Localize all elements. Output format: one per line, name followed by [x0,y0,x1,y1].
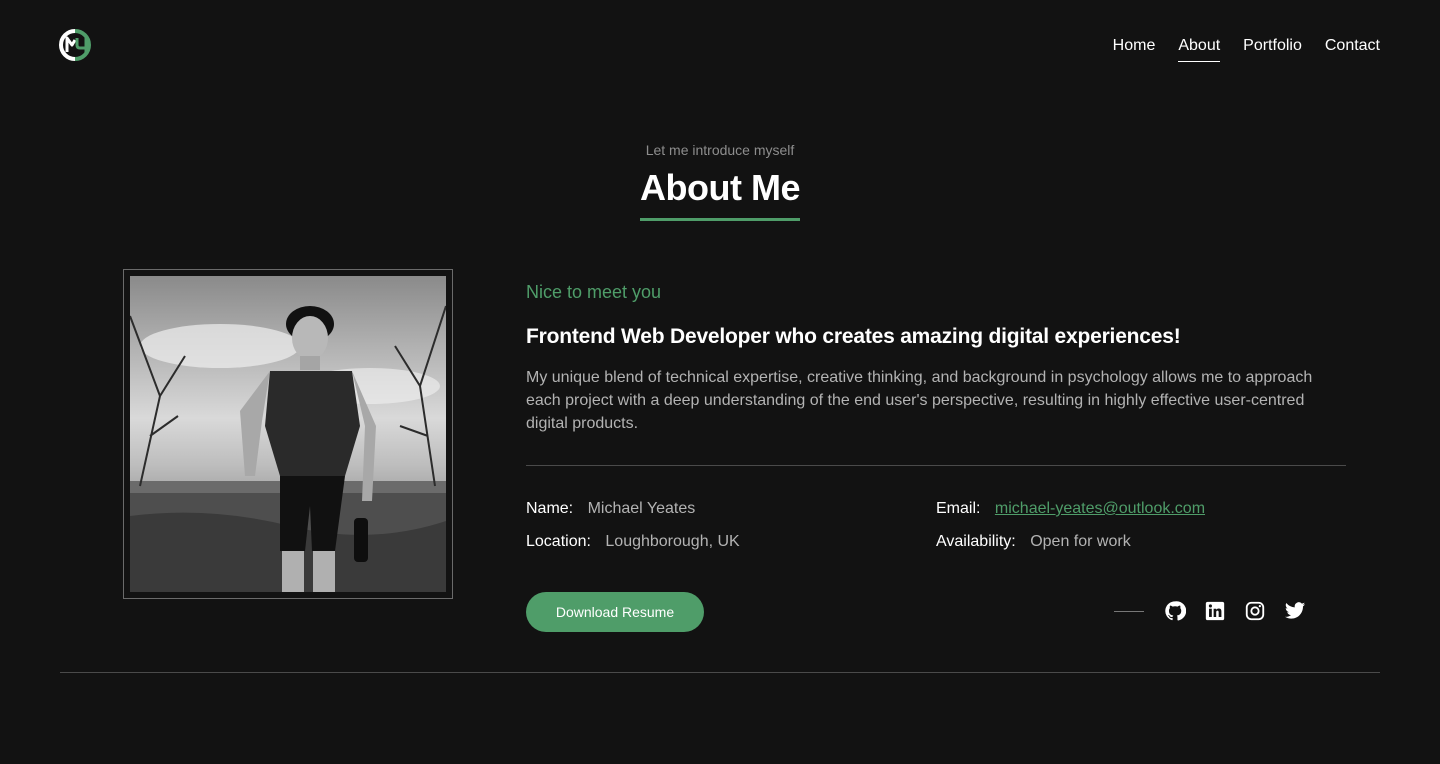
info-availability-label: Availability: [936,533,1016,550]
section-title-wrap: About Me [0,166,1440,221]
info-location-label: Location: [526,533,591,550]
profile-photo [130,276,446,592]
email-link[interactable]: michael-yeates@outlook.com [995,500,1205,517]
section-kicker: Let me introduce myself [645,142,795,158]
twitter-link[interactable] [1284,600,1306,622]
info-name: Name: Michael Yeates [526,498,936,519]
info-email-label: Email: [936,500,981,517]
logo-icon [59,29,91,61]
personal-info: Name: Michael Yeates Email: michael-yeat… [526,498,1346,552]
page: Home About Portfolio Contact Let me intr… [0,0,1440,764]
about-content: Nice to meet you Frontend Web Developer … [526,280,1346,552]
headline: Frontend Web Developer who creates amazi… [526,325,1181,348]
instagram-link[interactable] [1244,600,1266,622]
profile-photo-frame [123,269,453,599]
section-title: About Me [640,166,800,221]
github-link[interactable] [1164,600,1186,622]
info-location-value: Loughborough, UK [605,533,740,550]
info-location: Location: Loughborough, UK [526,531,936,552]
nav-portfolio[interactable]: Portfolio [1243,36,1302,60]
about-actions: Download Resume [526,592,1306,632]
github-icon [1165,601,1186,621]
twitter-icon [1284,602,1306,619]
info-availability-value: Open for work [1030,533,1131,550]
footer-divider [60,672,1380,673]
bio-text: My unique blend of technical expertise, … [526,369,1313,432]
linkedin-icon [1205,601,1225,621]
logo-link[interactable] [58,28,92,62]
greeting: Nice to meet you [526,282,662,302]
info-availability: Availability: Open for work [936,531,1346,552]
info-name-value: Michael Yeates [587,500,696,517]
instagram-icon [1245,601,1265,621]
nav-home[interactable]: Home [1113,36,1156,60]
social-links [1114,600,1306,622]
main-nav: Home About Portfolio Contact [1113,36,1380,62]
linkedin-link[interactable] [1204,600,1226,622]
nav-about[interactable]: About [1178,36,1220,62]
content-divider [526,465,1346,466]
nav-contact[interactable]: Contact [1325,36,1380,60]
social-divider [1114,610,1144,612]
info-email: Email: michael-yeates@outlook.com [936,498,1346,519]
info-name-label: Name: [526,500,574,517]
download-resume-button[interactable]: Download Resume [526,592,704,632]
